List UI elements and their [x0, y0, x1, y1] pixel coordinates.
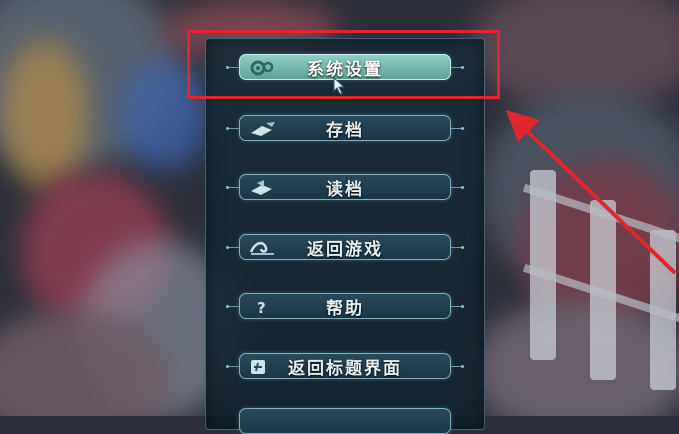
menu-item-help[interactable]: ? 帮助	[226, 293, 464, 319]
svg-text:?: ?	[257, 299, 266, 316]
title-return-icon	[246, 357, 280, 377]
load-icon	[246, 178, 280, 198]
menu-item-label: 返回标题界面	[288, 358, 402, 379]
menu-item-label: 读档	[326, 179, 364, 200]
menu-item-save[interactable]: 存档	[226, 115, 464, 141]
menu-item-return-title[interactable]: 返回标题界面	[226, 353, 464, 379]
annotation-arrow-icon	[500, 108, 679, 282]
menu-item-label: 返回游戏	[307, 239, 383, 260]
save-icon	[246, 119, 280, 139]
menu-item-partial[interactable]	[239, 408, 451, 434]
menu-item-return-game[interactable]: 返回游戏	[226, 234, 464, 260]
wave-icon	[246, 238, 280, 258]
question-icon: ?	[246, 297, 280, 317]
highlight-box	[187, 30, 500, 99]
menu-item-label: 存档	[326, 120, 364, 141]
menu-item-label: 帮助	[326, 298, 364, 319]
menu-item-load[interactable]: 读档	[226, 174, 464, 200]
